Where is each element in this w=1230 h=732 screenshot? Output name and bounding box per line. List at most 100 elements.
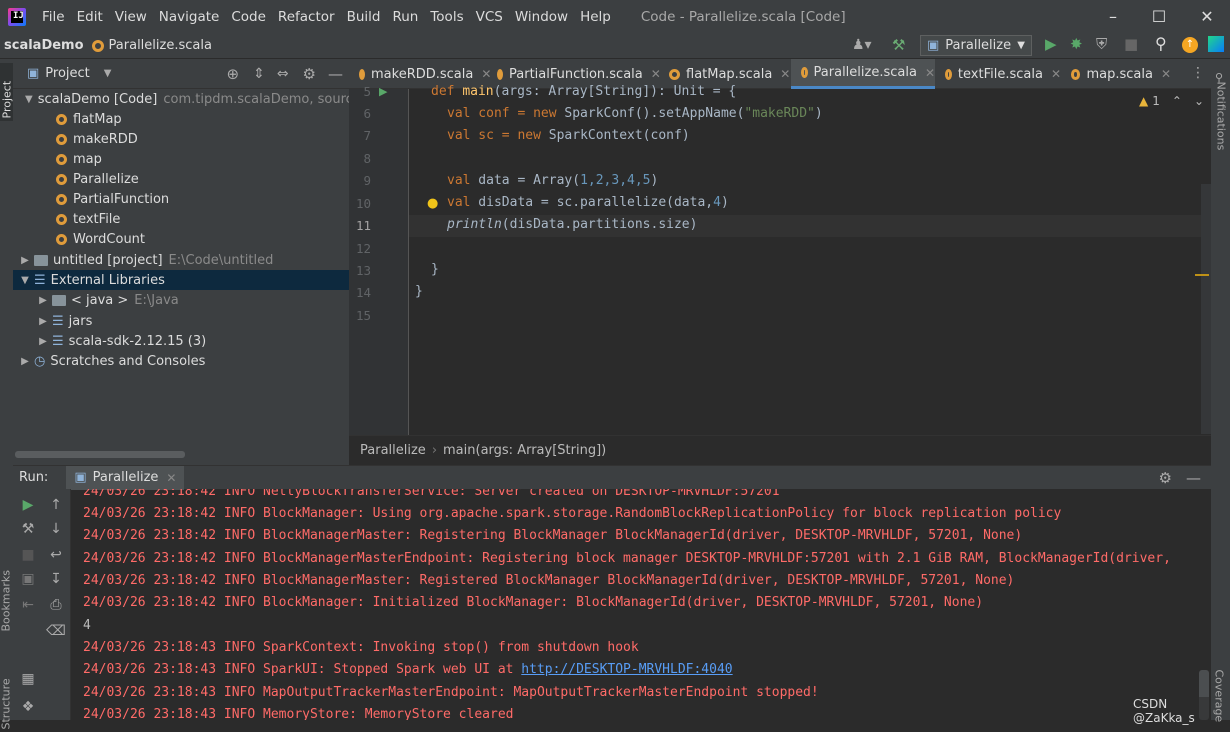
vertical-scrollbar[interactable] <box>1201 184 1211 434</box>
menu-edit[interactable]: Edit <box>71 9 109 25</box>
tree-item-PartialFunction[interactable]: PartialFunction <box>13 189 349 209</box>
gear-icon[interactable]: ⚙ <box>1159 469 1172 487</box>
trash-icon[interactable]: ⌫ <box>46 623 66 639</box>
chevron-down-icon[interactable]: ▼ <box>104 68 112 79</box>
user-icon[interactable]: ♟▾ <box>852 37 872 53</box>
scroll-up-icon[interactable]: ↑ <box>46 497 66 513</box>
tree-item-jars[interactable]: ▶ ☰ jars <box>13 311 349 331</box>
menu-help[interactable]: Help <box>574 9 617 25</box>
close-tab-icon[interactable]: ✕ <box>1051 67 1061 81</box>
tree-item-scala-sdk[interactable]: ▶ ☰ scala-sdk-2.12.15 (3) <box>13 331 349 351</box>
debug-icon[interactable]: ✸ <box>1070 35 1083 53</box>
camera-icon[interactable]: ▣ <box>18 571 38 587</box>
close-tab-icon[interactable]: ✕ <box>780 67 790 81</box>
project-panel-title[interactable]: Project <box>45 66 89 81</box>
expand-arrow-icon[interactable]: ▶ <box>37 295 49 306</box>
menu-tools[interactable]: Tools <box>424 9 469 25</box>
expand-arrow-icon[interactable]: ▼ <box>25 94 33 105</box>
chevron-down-icon[interactable]: ⌄ <box>1194 94 1204 108</box>
collapse-all-icon[interactable]: ⇔ <box>277 66 289 82</box>
exit-icon[interactable]: ⇤ <box>18 597 38 613</box>
code-line-6[interactable]: val conf = new SparkConf().setAppName("m… <box>447 106 823 121</box>
gear-icon[interactable]: ⚙ <box>303 65 316 83</box>
expand-arrow-icon[interactable]: ▶ <box>37 316 49 327</box>
close-tab-icon[interactable]: ✕ <box>925 66 935 80</box>
structure-tool-tab[interactable]: Structure <box>0 662 13 729</box>
tree-item-map[interactable]: map <box>13 149 349 169</box>
print-icon[interactable]: ⎙ <box>46 597 66 613</box>
breadcrumb-item[interactable]: main(args: Array[String]) <box>443 443 606 458</box>
run-icon[interactable]: ▶ <box>1045 35 1057 53</box>
coverage-icon[interactable]: ⛨ <box>1096 35 1107 53</box>
horizontal-scrollbar[interactable] <box>15 451 185 458</box>
jetbrains-toolbox-icon[interactable] <box>1208 36 1224 52</box>
hide-panel-icon[interactable]: — <box>1186 469 1201 487</box>
run-gutter-icon[interactable]: ▶ <box>379 85 387 98</box>
menu-view[interactable]: View <box>109 9 153 25</box>
tree-item-textFile[interactable]: textFile <box>13 209 349 229</box>
spark-ui-link[interactable]: http://DESKTOP-MRVHLDF:4040 <box>521 662 732 677</box>
tab-map[interactable]: map.scala ✕ <box>1061 59 1171 89</box>
tree-item-Parallelize[interactable]: Parallelize <box>13 169 349 189</box>
locate-icon[interactable]: ⊕ <box>227 65 240 83</box>
minimize-button[interactable]: – <box>1090 0 1136 33</box>
warning-marker[interactable] <box>1195 274 1209 276</box>
stop-icon[interactable]: ■ <box>1124 35 1138 53</box>
stop-icon[interactable]: ■ <box>18 547 38 563</box>
nav-project[interactable]: scalaDemo <box>4 38 84 53</box>
tree-item-scalaDemo[interactable]: ▼ scalaDemo [Code] com.tipdm.scalaDemo, … <box>13 89 361 109</box>
scroll-to-end-icon[interactable]: ↧ <box>46 571 66 587</box>
rerun-icon[interactable]: ▶ <box>18 497 38 513</box>
notifications-tool-tab[interactable]: Notifications <box>1215 82 1228 170</box>
expand-all-icon[interactable]: ⇕ <box>253 66 265 82</box>
run-tab[interactable]: ▣ Parallelize ✕ <box>66 465 185 490</box>
menu-run[interactable]: Run <box>386 9 424 25</box>
code-line-7[interactable]: val sc = new SparkContext(conf) <box>447 128 690 143</box>
update-icon[interactable]: ↑ <box>1182 37 1198 53</box>
tree-item-untitled[interactable]: ▶ untitled [project] E:\Code\untitled <box>13 250 349 270</box>
more-tabs-icon[interactable]: ⋮ <box>1191 65 1205 81</box>
menu-vcs[interactable]: VCS <box>470 9 509 25</box>
menu-build[interactable]: Build <box>341 9 387 25</box>
tree-item-WordCount[interactable]: WordCount <box>13 229 349 249</box>
code-line-10[interactable]: val disData = sc.parallelize(data,4) <box>447 195 729 210</box>
close-tab-icon[interactable]: ✕ <box>166 471 176 485</box>
code-line-5[interactable]: def main(args: Array[String]): Unit = { <box>431 84 736 99</box>
close-window-button[interactable]: ✕ <box>1184 0 1230 33</box>
hide-panel-icon[interactable]: — <box>328 65 343 83</box>
layout-icon[interactable]: ▦ <box>18 671 38 687</box>
code-line-14[interactable]: } <box>415 284 423 299</box>
pin-icon[interactable]: ❖ <box>18 699 38 715</box>
tab-Parallelize[interactable]: Parallelize.scala ✕ <box>791 59 935 89</box>
build-hammer-icon[interactable]: ⚒ <box>892 36 905 54</box>
code-line-13[interactable]: } <box>431 262 439 277</box>
console-output[interactable]: 24/03/26 23:18:42 INFO NettyBlockTransfe… <box>71 489 1211 720</box>
close-tab-icon[interactable]: ✕ <box>1161 67 1171 81</box>
menu-code[interactable]: Code <box>225 9 272 25</box>
tree-item-external-libraries[interactable]: ▼ ☰ External Libraries <box>13 270 349 290</box>
menu-navigate[interactable]: Navigate <box>153 9 226 25</box>
tree-item-scratches[interactable]: ▶ ◷ Scratches and Consoles <box>13 351 349 371</box>
breadcrumb-item[interactable]: Parallelize <box>360 443 426 458</box>
menu-file[interactable]: File <box>36 9 71 25</box>
menu-refactor[interactable]: Refactor <box>272 9 341 25</box>
tab-textFile[interactable]: textFile.scala ✕ <box>935 59 1061 89</box>
tree-item-makeRDD[interactable]: makeRDD <box>13 129 349 149</box>
bookmarks-tool-tab[interactable]: Bookmarks <box>0 560 13 631</box>
nav-file[interactable]: Parallelize.scala <box>84 38 212 53</box>
menu-window[interactable]: Window <box>509 9 574 25</box>
maximize-button[interactable]: ☐ <box>1136 0 1182 33</box>
expand-arrow-icon[interactable]: ▶ <box>19 255 31 266</box>
chevron-up-icon[interactable]: ⌃ <box>1172 94 1182 108</box>
run-config-select[interactable]: ▣ Parallelize ▼ <box>920 35 1032 56</box>
inspection-widget[interactable]: ▲ 1 ⌃ ⌄ <box>1139 94 1204 108</box>
wrench-icon[interactable]: ⚒ <box>18 521 38 537</box>
code-line-11[interactable]: println(disData.partitions.size) <box>447 217 697 232</box>
tree-item-java[interactable]: ▶ < java > E:\Java <box>13 290 349 310</box>
lightbulb-icon[interactable]: ● <box>427 196 438 211</box>
code-line-9[interactable]: val data = Array(1,2,3,4,5) <box>447 173 658 188</box>
scroll-down-icon[interactable]: ↓ <box>46 521 66 537</box>
expand-arrow-icon[interactable]: ▶ <box>37 336 49 347</box>
coverage-tool-tab[interactable]: Coverage <box>1213 670 1226 732</box>
search-icon[interactable]: ⚲ <box>1155 34 1167 53</box>
